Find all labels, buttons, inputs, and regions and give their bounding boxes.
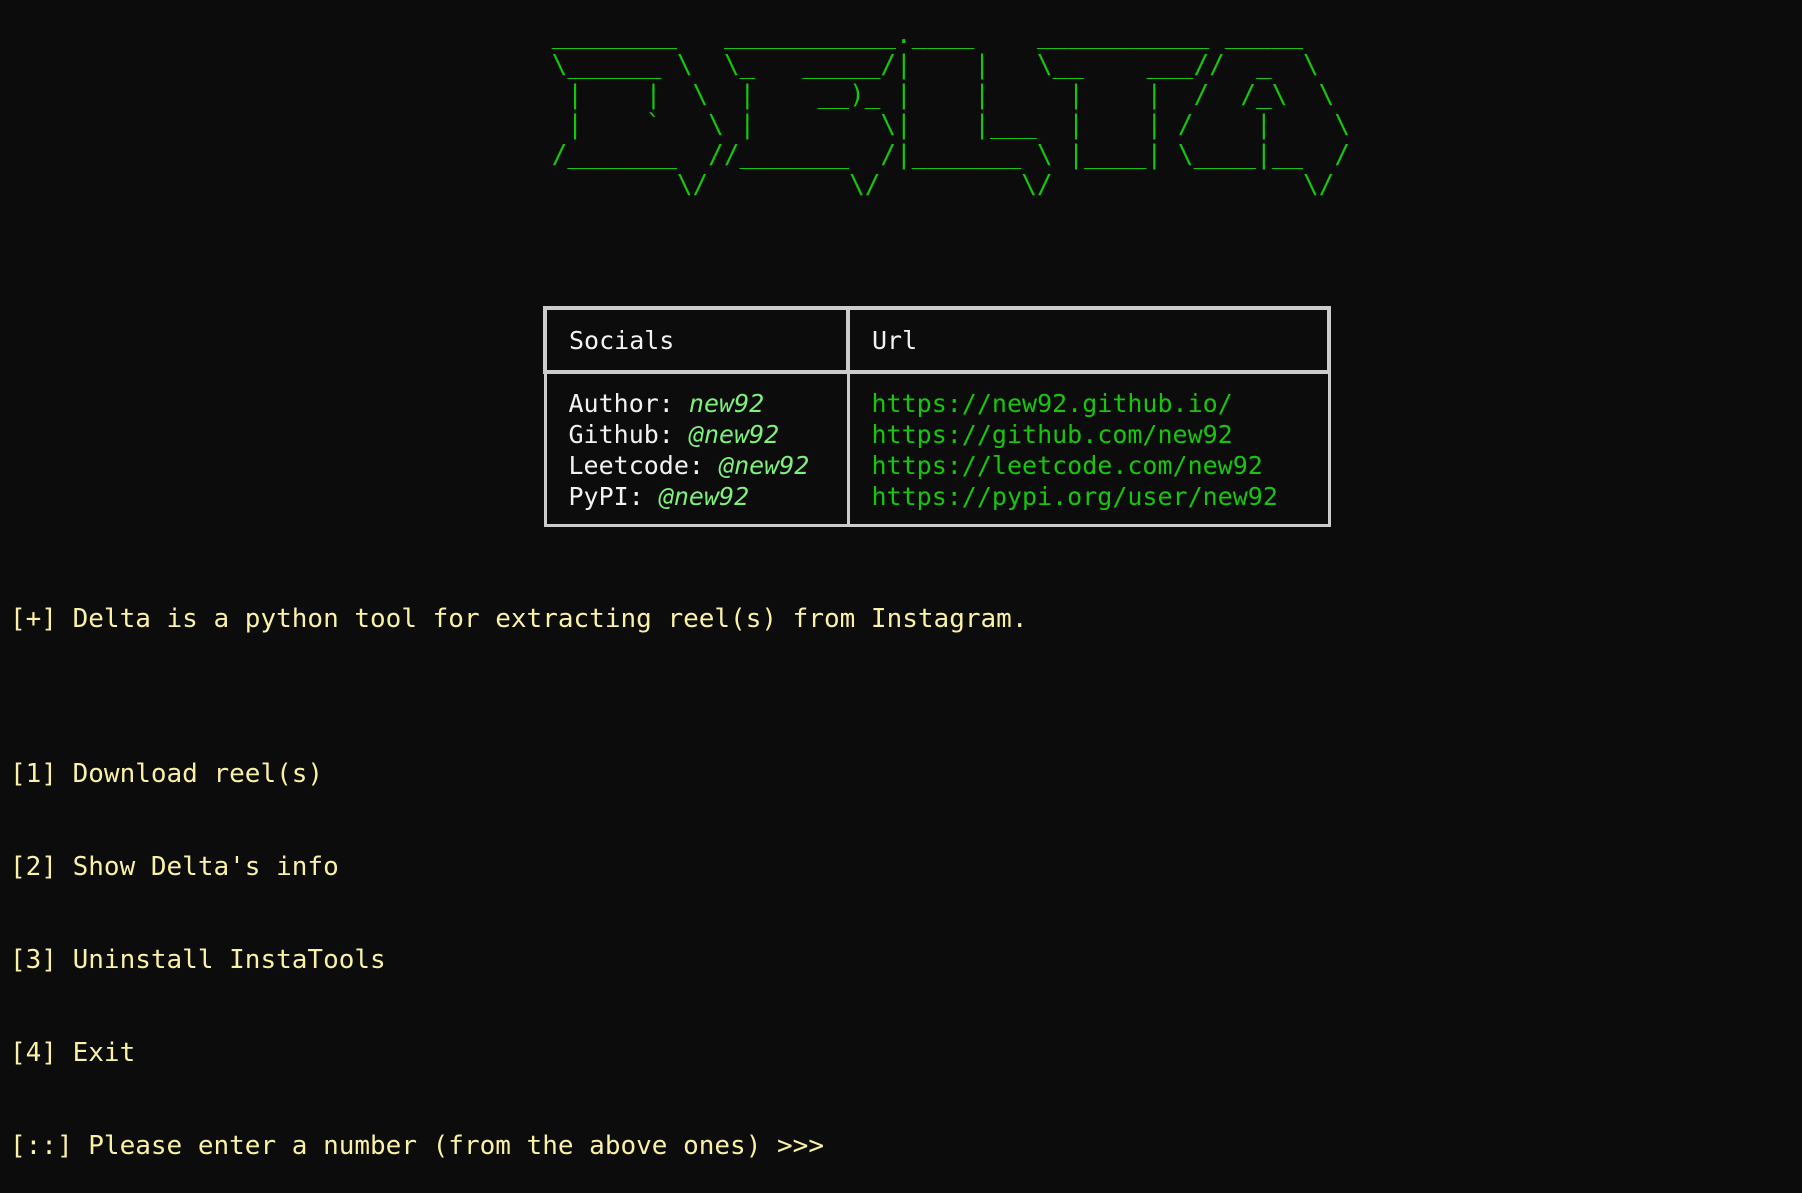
social-label: Author:: [568, 389, 689, 418]
url-link-leetcode[interactable]: https://leetcode.com/new92: [872, 450, 1306, 481]
delta-ascii-banner: ________ ___________.____ ___________ __…: [551, 20, 1350, 200]
menu-option-download: [1] Download reel(s): [10, 759, 324, 789]
menu-option-info: [2] Show Delta's info: [10, 852, 339, 882]
social-entry-pypi: PyPI: @new92: [569, 481, 825, 512]
url-link-pypi[interactable]: https://pypi.org/user/new92: [872, 481, 1306, 512]
url-link-github[interactable]: https://github.com/new92: [872, 419, 1306, 450]
social-handle: new92: [688, 389, 765, 418]
socials-column-header: Socials: [543, 306, 850, 374]
social-handle: @new92: [658, 482, 750, 511]
table-body-row: Author: new92 Github: @new92 Leetcode: @…: [543, 372, 1331, 527]
url-link-author[interactable]: https://new92.github.io/: [872, 388, 1306, 419]
menu-option-uninstall: [3] Uninstall InstaTools: [10, 945, 386, 975]
social-entry-leetcode: Leetcode: @new92: [569, 450, 825, 481]
social-entry-github: Github: @new92: [569, 419, 825, 450]
menu-option-exit: [4] Exit: [10, 1038, 136, 1068]
tool-description: [+] Delta is a python tool for extractin…: [10, 604, 1028, 634]
social-entry-author: Author: new92: [569, 388, 825, 419]
url-column-header: Url: [846, 306, 1331, 374]
url-cell: https://new92.github.io/ https://github.…: [846, 372, 1331, 527]
social-handle: @new92: [719, 451, 810, 480]
input-prompt[interactable]: [::] Please enter a number (from the abo…: [10, 1131, 824, 1162]
main-menu: [1] Download reel(s) [2] Show Delta's in…: [10, 697, 824, 1193]
social-label: Github:: [568, 420, 689, 449]
table-header-row: Socials Url: [543, 306, 1331, 374]
social-label: PyPI:: [568, 482, 659, 511]
socials-table: Socials Url Author: new92 Github: @new92…: [543, 306, 1331, 527]
socials-cell: Author: new92 Github: @new92 Leetcode: @…: [543, 372, 850, 527]
social-handle: @new92: [688, 420, 780, 449]
social-label: Leetcode:: [568, 451, 720, 480]
